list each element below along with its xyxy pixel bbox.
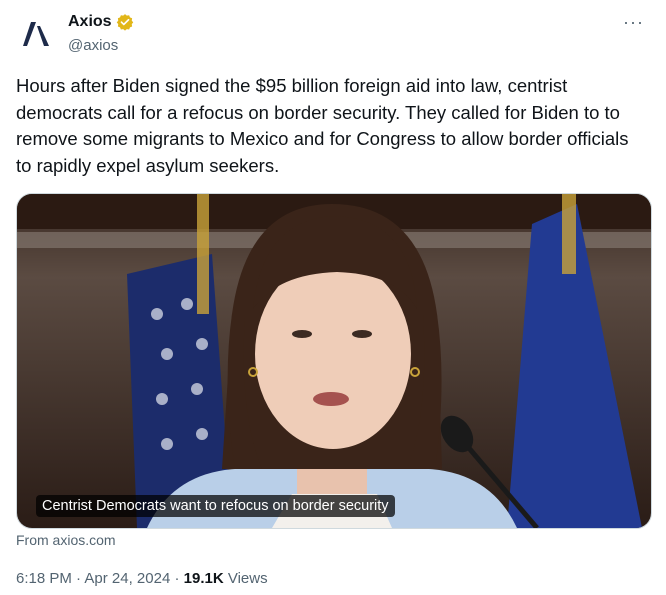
views-label: Views <box>227 570 268 587</box>
link-card-image[interactable]: Centrist Democrats want to refocus on bo… <box>16 193 652 529</box>
meta-separator: · <box>174 570 180 587</box>
photo-illustration <box>17 194 651 528</box>
tweet-text: Hours after Biden signed the $95 billion… <box>16 75 629 176</box>
verified-badge-icon[interactable] <box>116 13 134 31</box>
author-display-name[interactable]: Axios <box>68 13 112 31</box>
axios-logo-icon <box>23 22 49 46</box>
more-dots-icon[interactable]: ··· <box>623 12 644 33</box>
author-handle[interactable]: @axios <box>68 37 118 54</box>
tweet-time[interactable]: 6:18 PM <box>16 570 72 587</box>
tweet-date[interactable]: Apr 24, 2024 <box>84 570 170 587</box>
views-count[interactable]: 19.1K <box>184 570 224 587</box>
card-source-link[interactable]: From axios.com <box>16 532 116 548</box>
tweet-meta: 6:18 PM · Apr 24, 2024 · 19.1K Views <box>16 570 268 587</box>
avatar[interactable] <box>16 14 56 54</box>
author-name-row: Axios <box>68 13 134 31</box>
card-caption[interactable]: Centrist Democrats want to refocus on bo… <box>36 495 395 517</box>
meta-separator: · <box>76 570 82 587</box>
